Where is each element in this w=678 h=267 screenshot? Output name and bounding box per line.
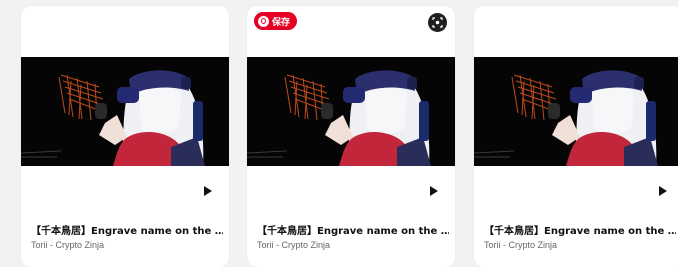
pin-subtitle: Torii - Crypto Zinja [484, 240, 558, 250]
vr-torii-image [247, 57, 455, 166]
pin-title[interactable]: 【千本鳥居】Engrave name on the … [484, 222, 676, 237]
visual-search-icon [432, 17, 443, 28]
play-icon[interactable] [659, 186, 667, 196]
pin-title[interactable]: 【千本鳥居】Engrave name on the … [31, 222, 223, 237]
pin-card-hovered[interactable]: 保存 【千本鳥居】Engrave name on the … Torii - C… [247, 6, 455, 267]
pin-subtitle: Torii - Crypto Zinja [31, 240, 105, 250]
pinterest-save-label: 保存 [272, 17, 291, 28]
pin-thumbnail[interactable] [474, 57, 678, 166]
pin-grid: 【千本鳥居】Engrave name on the … Torii - Cryp… [0, 0, 678, 267]
pin-card[interactable]: 【千本鳥居】Engrave name on the … Torii - Cryp… [21, 6, 229, 267]
pin-subtitle: Torii - Crypto Zinja [257, 240, 331, 250]
vr-torii-image [21, 57, 229, 166]
pin-card[interactable]: 【千本鳥居】Engrave name on the … Torii - Cryp… [474, 6, 678, 267]
pinterest-save-button[interactable]: 保存 [254, 12, 298, 30]
play-icon[interactable] [430, 186, 438, 196]
pin-thumbnail[interactable] [247, 57, 455, 166]
play-icon[interactable] [204, 186, 212, 196]
vr-torii-image [474, 57, 678, 166]
visual-search-button[interactable] [428, 13, 447, 32]
pin-thumbnail[interactable] [21, 57, 229, 166]
pin-title[interactable]: 【千本鳥居】Engrave name on the … [257, 222, 449, 237]
pinterest-logo-icon [258, 15, 269, 27]
